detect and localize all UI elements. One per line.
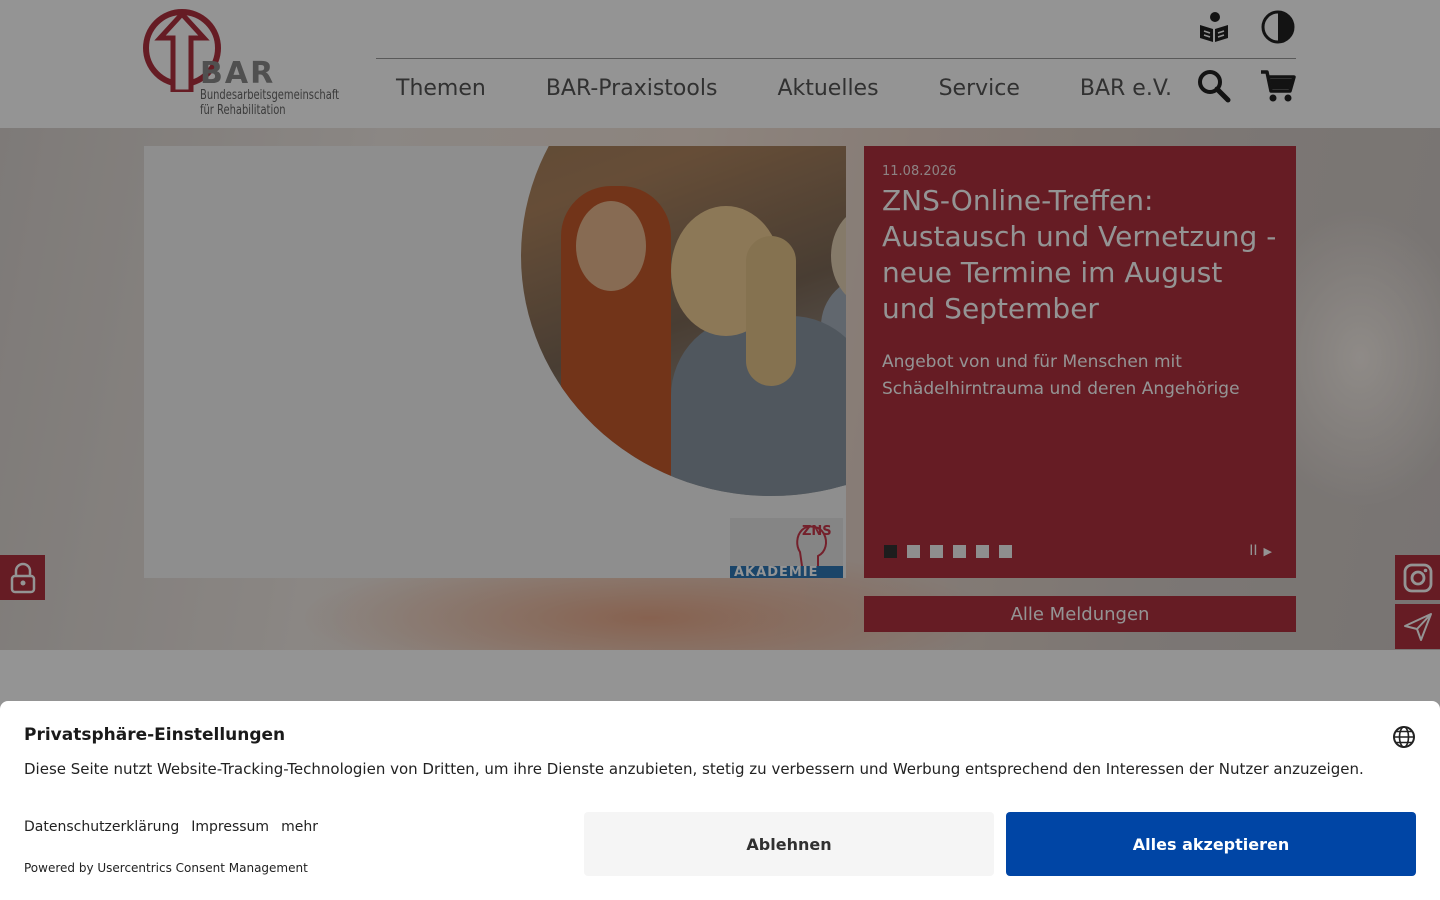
globe-icon[interactable] bbox=[1392, 725, 1416, 749]
consent-links: Datenschutzerklärung Impressum mehr bbox=[24, 819, 318, 835]
consent-title: Privatsphäre-Einstellungen bbox=[24, 725, 286, 745]
privacy-policy-link[interactable]: Datenschutzerklärung bbox=[24, 819, 179, 835]
powered-by: Powered by Usercentrics Consent Manageme… bbox=[24, 861, 308, 875]
consent-text: Diese Seite nutzt Website-Tracking-Techn… bbox=[24, 760, 1364, 778]
accept-all-button[interactable]: Alles akzeptieren bbox=[1006, 812, 1416, 876]
deny-button[interactable]: Ablehnen bbox=[584, 812, 994, 876]
consent-banner: Privatsphäre-Einstellungen Diese Seite n… bbox=[0, 701, 1440, 900]
more-link[interactable]: mehr bbox=[281, 819, 318, 835]
imprint-link[interactable]: Impressum bbox=[191, 819, 269, 835]
